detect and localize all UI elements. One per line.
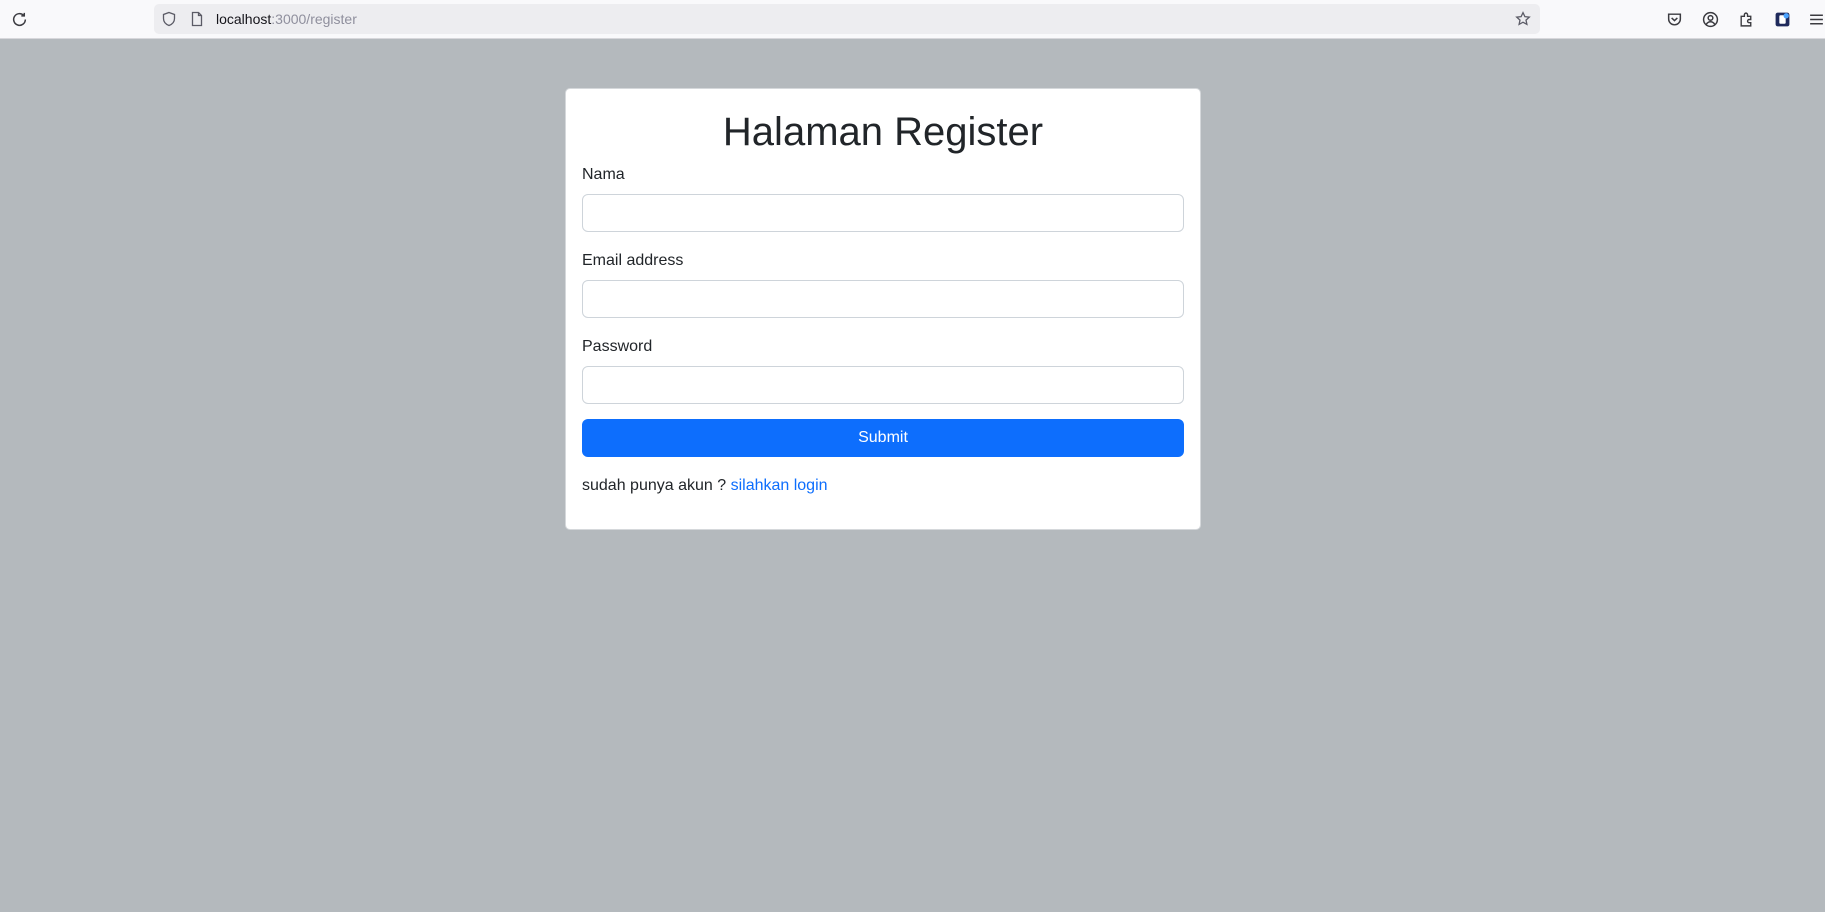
hamburger-menu-icon[interactable] bbox=[1805, 8, 1825, 30]
pocket-icon[interactable] bbox=[1663, 8, 1685, 30]
shield-icon[interactable] bbox=[160, 10, 178, 28]
password-label: Password bbox=[582, 338, 653, 355]
page-icon[interactable] bbox=[188, 10, 206, 28]
email-label: Email address bbox=[582, 252, 684, 269]
extension-app-icon[interactable] bbox=[1771, 8, 1793, 30]
page-title: Halaman Register bbox=[722, 110, 1044, 154]
url-text[interactable]: localhost:3000/register bbox=[216, 11, 357, 28]
email-field[interactable] bbox=[582, 280, 1184, 318]
name-label: Nama bbox=[582, 166, 625, 183]
submit-button[interactable]: Submit bbox=[582, 419, 1184, 457]
extensions-icon[interactable] bbox=[1735, 8, 1757, 30]
url-path: :3000/register bbox=[271, 11, 357, 27]
login-link[interactable]: silahkan login bbox=[731, 477, 828, 494]
name-field[interactable] bbox=[582, 194, 1184, 232]
account-icon[interactable] bbox=[1699, 8, 1721, 30]
reload-icon[interactable] bbox=[8, 8, 30, 30]
url-host: localhost bbox=[216, 11, 272, 27]
password-field[interactable] bbox=[582, 366, 1184, 404]
address-bar[interactable]: localhost:3000/register bbox=[154, 4, 1540, 34]
browser-toolbar: localhost:3000/register bbox=[0, 0, 1825, 39]
login-prompt-text: sudah punya akun ? bbox=[582, 477, 727, 494]
login-prompt: sudah punya akun ? silahkan login bbox=[582, 476, 828, 496]
star-icon[interactable] bbox=[1514, 10, 1532, 28]
register-card: Halaman Register Nama Email address Pass… bbox=[565, 88, 1201, 530]
